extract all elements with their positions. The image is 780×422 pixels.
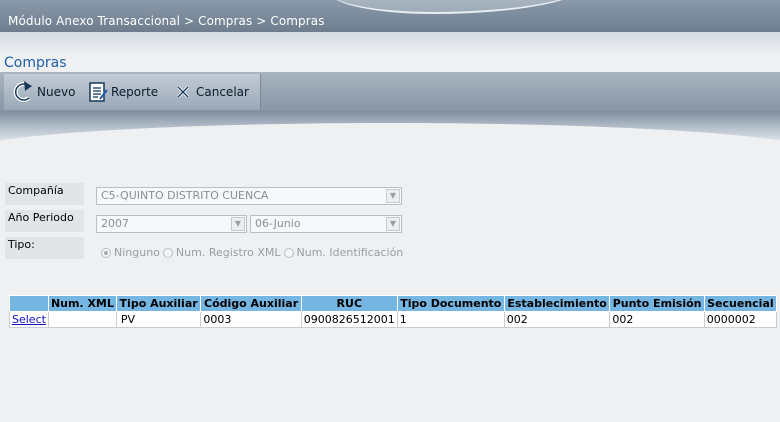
column-header-punto-emision[interactable]: Punto Emisión [609,295,705,312]
table-header-row: Num. XML Tipo Auxiliar Código Auxiliar R… [9,295,778,312]
cancelar-button[interactable]: Cancelar [168,74,261,110]
select-link[interactable]: Select [12,313,46,326]
column-header-establecimiento[interactable]: Establecimiento [503,295,611,312]
tipo-label: Tipo: [5,237,84,259]
column-header-tipo-documento[interactable]: Tipo Documento [396,295,505,312]
compania-value: C5-QUINTO DISTRITO CUENCA [101,189,269,202]
refresh-arrow-icon [12,80,34,104]
periodo-value: 06-Junio [255,217,301,230]
banner-decoration [330,0,590,14]
nuevo-label: Nuevo [37,85,76,99]
breadcrumb: Módulo Anexo Transaccional > Compras > C… [8,14,325,28]
cell-num-xml [47,311,117,328]
tipo-radio-ninguno[interactable]: Ninguno [101,246,160,259]
anio-periodo-label: Año Periodo [5,210,84,232]
compras-table: Num. XML Tipo Auxiliar Código Auxiliar R… [9,295,778,328]
x-icon [176,85,190,99]
chevron-down-icon[interactable]: ▼ [231,217,245,231]
nuevo-button[interactable]: Nuevo [4,74,88,110]
cell-action: Select [9,311,49,328]
cell-codigo-auxiliar: 0003 [200,311,302,328]
cell-tipo-auxiliar: PV [115,311,202,328]
column-header-tipo-auxiliar[interactable]: Tipo Auxiliar [115,295,202,312]
report-icon [88,81,108,103]
cell-ruc: 0900826512001 [300,311,398,328]
compania-label: Compañía [5,183,84,205]
header-separator [0,32,780,55]
top-banner: Módulo Anexo Transaccional > Compras > C… [0,0,780,32]
toolbar-shadow [0,111,780,143]
reporte-label: Reporte [111,85,159,99]
chevron-down-icon[interactable]: ▼ [386,217,400,231]
column-header-ruc[interactable]: RUC [300,295,398,312]
tipo-radio-num-registro-xml[interactable]: Num. Registro XML [162,246,281,259]
tipo-radio-num-identificacion[interactable]: Num. Identificación [283,246,403,259]
tipo-radio-group: Ninguno Num. Registro XML Num. Identific… [101,246,406,259]
periodo-select[interactable]: 06-Junio ▼ [250,215,402,233]
cell-secuencial: 0000002 [703,311,778,328]
column-header-action [9,295,49,312]
reporte-button[interactable]: Reporte [82,74,172,110]
cell-punto-emision: 002 [609,311,705,328]
radio-icon[interactable] [162,247,173,258]
column-header-num-xml[interactable]: Num. XML [47,295,117,312]
page-title: Compras [4,55,67,71]
cancelar-label: Cancelar [196,85,249,99]
cell-tipo-documento: 1 [396,311,505,328]
column-header-codigo-auxiliar[interactable]: Código Auxiliar [200,295,302,312]
anio-value: 2007 [101,217,129,230]
radio-selected-icon[interactable] [101,247,111,258]
cell-establecimiento: 002 [503,311,611,328]
toolbar: Nuevo Reporte Cancelar [0,72,780,111]
anio-select[interactable]: 2007 ▼ [96,215,247,233]
column-header-secuencial[interactable]: Secuencial [703,295,778,312]
radio-icon[interactable] [283,247,294,258]
compania-select[interactable]: C5-QUINTO DISTRITO CUENCA ▼ [96,187,402,205]
table-row: Select PV 0003 0900826512001 1 002 002 0… [9,311,778,328]
chevron-down-icon[interactable]: ▼ [386,189,400,203]
